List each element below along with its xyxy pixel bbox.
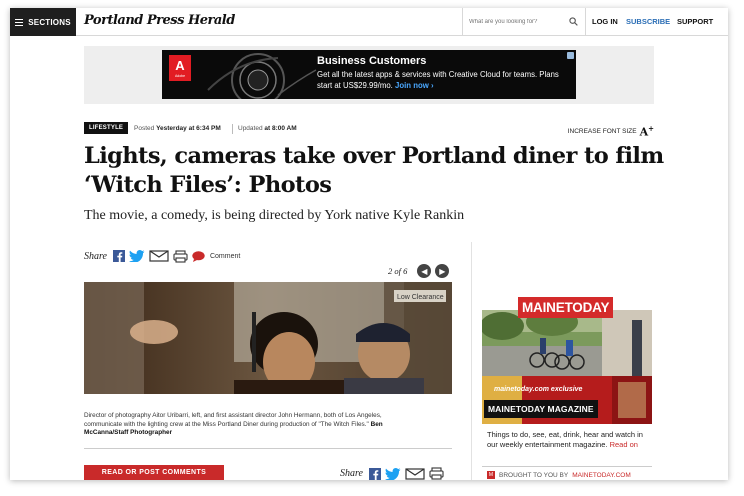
ad-body-text: Get all the latest apps & services with … xyxy=(317,69,567,91)
twitter-icon[interactable] xyxy=(384,467,401,480)
mainetoday-exclusive-label: mainetoday.com exclusive xyxy=(494,386,583,393)
twitter-icon[interactable] xyxy=(128,250,145,262)
subscribe-link[interactable]: SUBSCRIBE xyxy=(626,17,670,26)
search-box[interactable] xyxy=(462,8,586,36)
facebook-icon[interactable] xyxy=(112,250,125,262)
site-logo[interactable]: Portland Press Herald xyxy=(84,13,235,28)
article-subhead: The movie, a comedy, is being directed b… xyxy=(84,208,465,223)
updated-time-value: at 8:00 AM xyxy=(264,125,297,132)
caption-text: Director of photography Aitor Uribarri, … xyxy=(84,412,382,428)
top-navigation-bar: SECTIONS Portland Press Herald LOG IN SU… xyxy=(10,8,728,36)
updated-time: Updated at 8:00 AM xyxy=(238,125,297,132)
article-photo[interactable]: Low Clearance xyxy=(84,282,452,394)
ad-title: Business Customers xyxy=(317,55,427,67)
sections-menu-button[interactable]: SECTIONS xyxy=(10,8,76,36)
mainetoday-magazine-banner[interactable]: mainetoday.com exclusive MAINETODAY MAGA… xyxy=(482,376,652,424)
posted-time: Posted Yesterday at 6:34 PM xyxy=(134,125,221,132)
next-arrow-icon[interactable]: ▶ xyxy=(435,264,450,278)
mainetoday-description: Things to do, see, eat, drink, hear and … xyxy=(487,430,652,450)
increase-font-size-control[interactable]: INCREASE FONT SIZE A+ xyxy=(568,124,654,139)
sidebar-divider xyxy=(471,242,472,480)
ad-body: Get all the latest apps & services with … xyxy=(317,70,559,90)
share-label: Share xyxy=(340,468,363,479)
mainetoday-logo[interactable]: MAINETODAY xyxy=(518,297,614,318)
print-icon[interactable] xyxy=(429,467,444,480)
prev-arrow-icon[interactable]: ◀ xyxy=(417,264,432,278)
cyclists-photo-artwork xyxy=(482,310,652,376)
support-link[interactable]: SUPPORT xyxy=(677,17,713,26)
comment-icon[interactable] xyxy=(192,250,205,262)
sections-label: SECTIONS xyxy=(28,17,71,27)
meta-divider xyxy=(232,124,233,134)
posted-time-value: Yesterday at 6:34 PM xyxy=(156,125,221,132)
read-on-link[interactable]: Read on xyxy=(610,440,638,449)
gallery-pager: 2 of 6 ◀ ▶ xyxy=(388,264,450,278)
font-size-icon-letter: A xyxy=(639,125,649,139)
share-bar: Share Comment xyxy=(84,249,240,263)
mainetoday-mini-icon: M xyxy=(487,471,495,479)
browser-page: SECTIONS Portland Press Herald LOG IN SU… xyxy=(10,8,728,480)
article-headline: Lights, cameras take over Portland diner… xyxy=(84,143,664,198)
low-clearance-sign: Low Clearance xyxy=(397,294,444,301)
share-label: Share xyxy=(84,250,107,262)
share-bar-bottom: Share xyxy=(340,467,444,480)
category-badge[interactable]: LIFESTYLE xyxy=(84,122,129,134)
adobe-logo-letter: A xyxy=(175,58,185,73)
posted-prefix: Posted xyxy=(134,125,155,132)
email-icon[interactable] xyxy=(405,467,425,480)
brought-label: BROUGHT TO YOU BY xyxy=(499,471,569,479)
mainetoday-magazine-label: MAINETODAY MAGAZINE xyxy=(484,400,598,418)
mainetoday-link[interactable]: MAINETODAY.COM xyxy=(572,472,631,479)
adobe-banner-ad[interactable]: A Adobe Business Customers Get all the l… xyxy=(162,50,576,99)
divider xyxy=(482,466,652,467)
hamburger-icon xyxy=(15,18,24,26)
divider xyxy=(84,448,452,449)
gallery-position: 2 of 6 xyxy=(388,266,408,276)
adobe-logo: A Adobe xyxy=(169,55,191,81)
email-icon[interactable] xyxy=(149,250,169,262)
article-meta: LIFESTYLE Posted Yesterday at 6:34 PM Up… xyxy=(84,122,654,139)
mainetoday-photo[interactable] xyxy=(482,310,652,376)
font-size-label: INCREASE FONT SIZE xyxy=(567,127,637,135)
facebook-icon[interactable] xyxy=(368,467,381,480)
diner-photo-artwork: Low Clearance xyxy=(84,282,452,394)
ad-container: A Adobe Business Customers Get all the l… xyxy=(84,46,654,104)
login-link[interactable]: LOG IN xyxy=(592,17,618,26)
comment-label[interactable]: Comment xyxy=(210,253,240,260)
adobe-logo-word: Adobe xyxy=(174,74,186,78)
search-input[interactable] xyxy=(469,15,565,29)
font-size-icon[interactable]: A+ xyxy=(640,124,654,139)
ad-camera-artwork xyxy=(207,53,317,99)
photo-caption: Director of photography Aitor Uribarri, … xyxy=(84,412,420,438)
ad-choices-icon[interactable] xyxy=(567,52,574,59)
search-icon[interactable] xyxy=(569,17,578,26)
updated-prefix: Updated xyxy=(238,125,263,132)
print-icon[interactable] xyxy=(173,249,188,263)
read-post-comments-button[interactable]: READ OR POST COMMENTS xyxy=(84,465,224,480)
ad-join-now-link[interactable]: Join now › xyxy=(395,81,434,90)
brought-to-you-by: M BROUGHT TO YOU BY MAINETODAY.COM xyxy=(487,471,631,479)
